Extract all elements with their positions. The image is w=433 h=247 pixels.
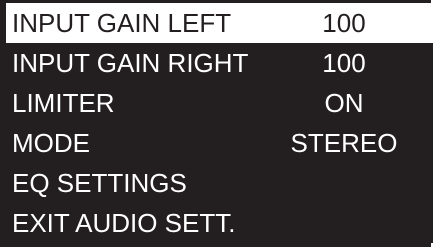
menu-item-label: INPUT GAIN LEFT (12, 8, 232, 38)
menu-item-value: ON (324, 88, 364, 118)
menu-item-label: LIMITER (12, 88, 115, 118)
audio-settings-display: INPUT GAIN LEFT 100 INPUT GAIN RIGHT 100… (0, 0, 431, 247)
menu-scrollbar-thumb (429, 3, 433, 43)
menu-item-value: 100 (322, 8, 366, 38)
menu-item-label: EXIT AUDIO SETT. (12, 208, 236, 238)
menu-item-limiter[interactable]: LIMITER ON (6, 83, 429, 123)
menu-item-input-gain-left[interactable]: INPUT GAIN LEFT 100 (6, 3, 429, 43)
menu-item-mode[interactable]: MODE STEREO (6, 123, 429, 163)
menu-item-value: STEREO (290, 128, 398, 158)
menu-item-eq-settings[interactable]: EQ SETTINGS (6, 163, 429, 203)
audio-settings-menu: INPUT GAIN LEFT 100 INPUT GAIN RIGHT 100… (6, 3, 429, 243)
menu-item-input-gain-right[interactable]: INPUT GAIN RIGHT 100 (6, 43, 429, 83)
menu-item-label: MODE (12, 128, 90, 158)
menu-item-exit-audio-settings[interactable]: EXIT AUDIO SETT. (6, 203, 429, 243)
menu-item-label: INPUT GAIN RIGHT (12, 48, 249, 78)
menu-item-label: EQ SETTINGS (12, 168, 187, 198)
menu-item-value: 100 (322, 48, 366, 78)
